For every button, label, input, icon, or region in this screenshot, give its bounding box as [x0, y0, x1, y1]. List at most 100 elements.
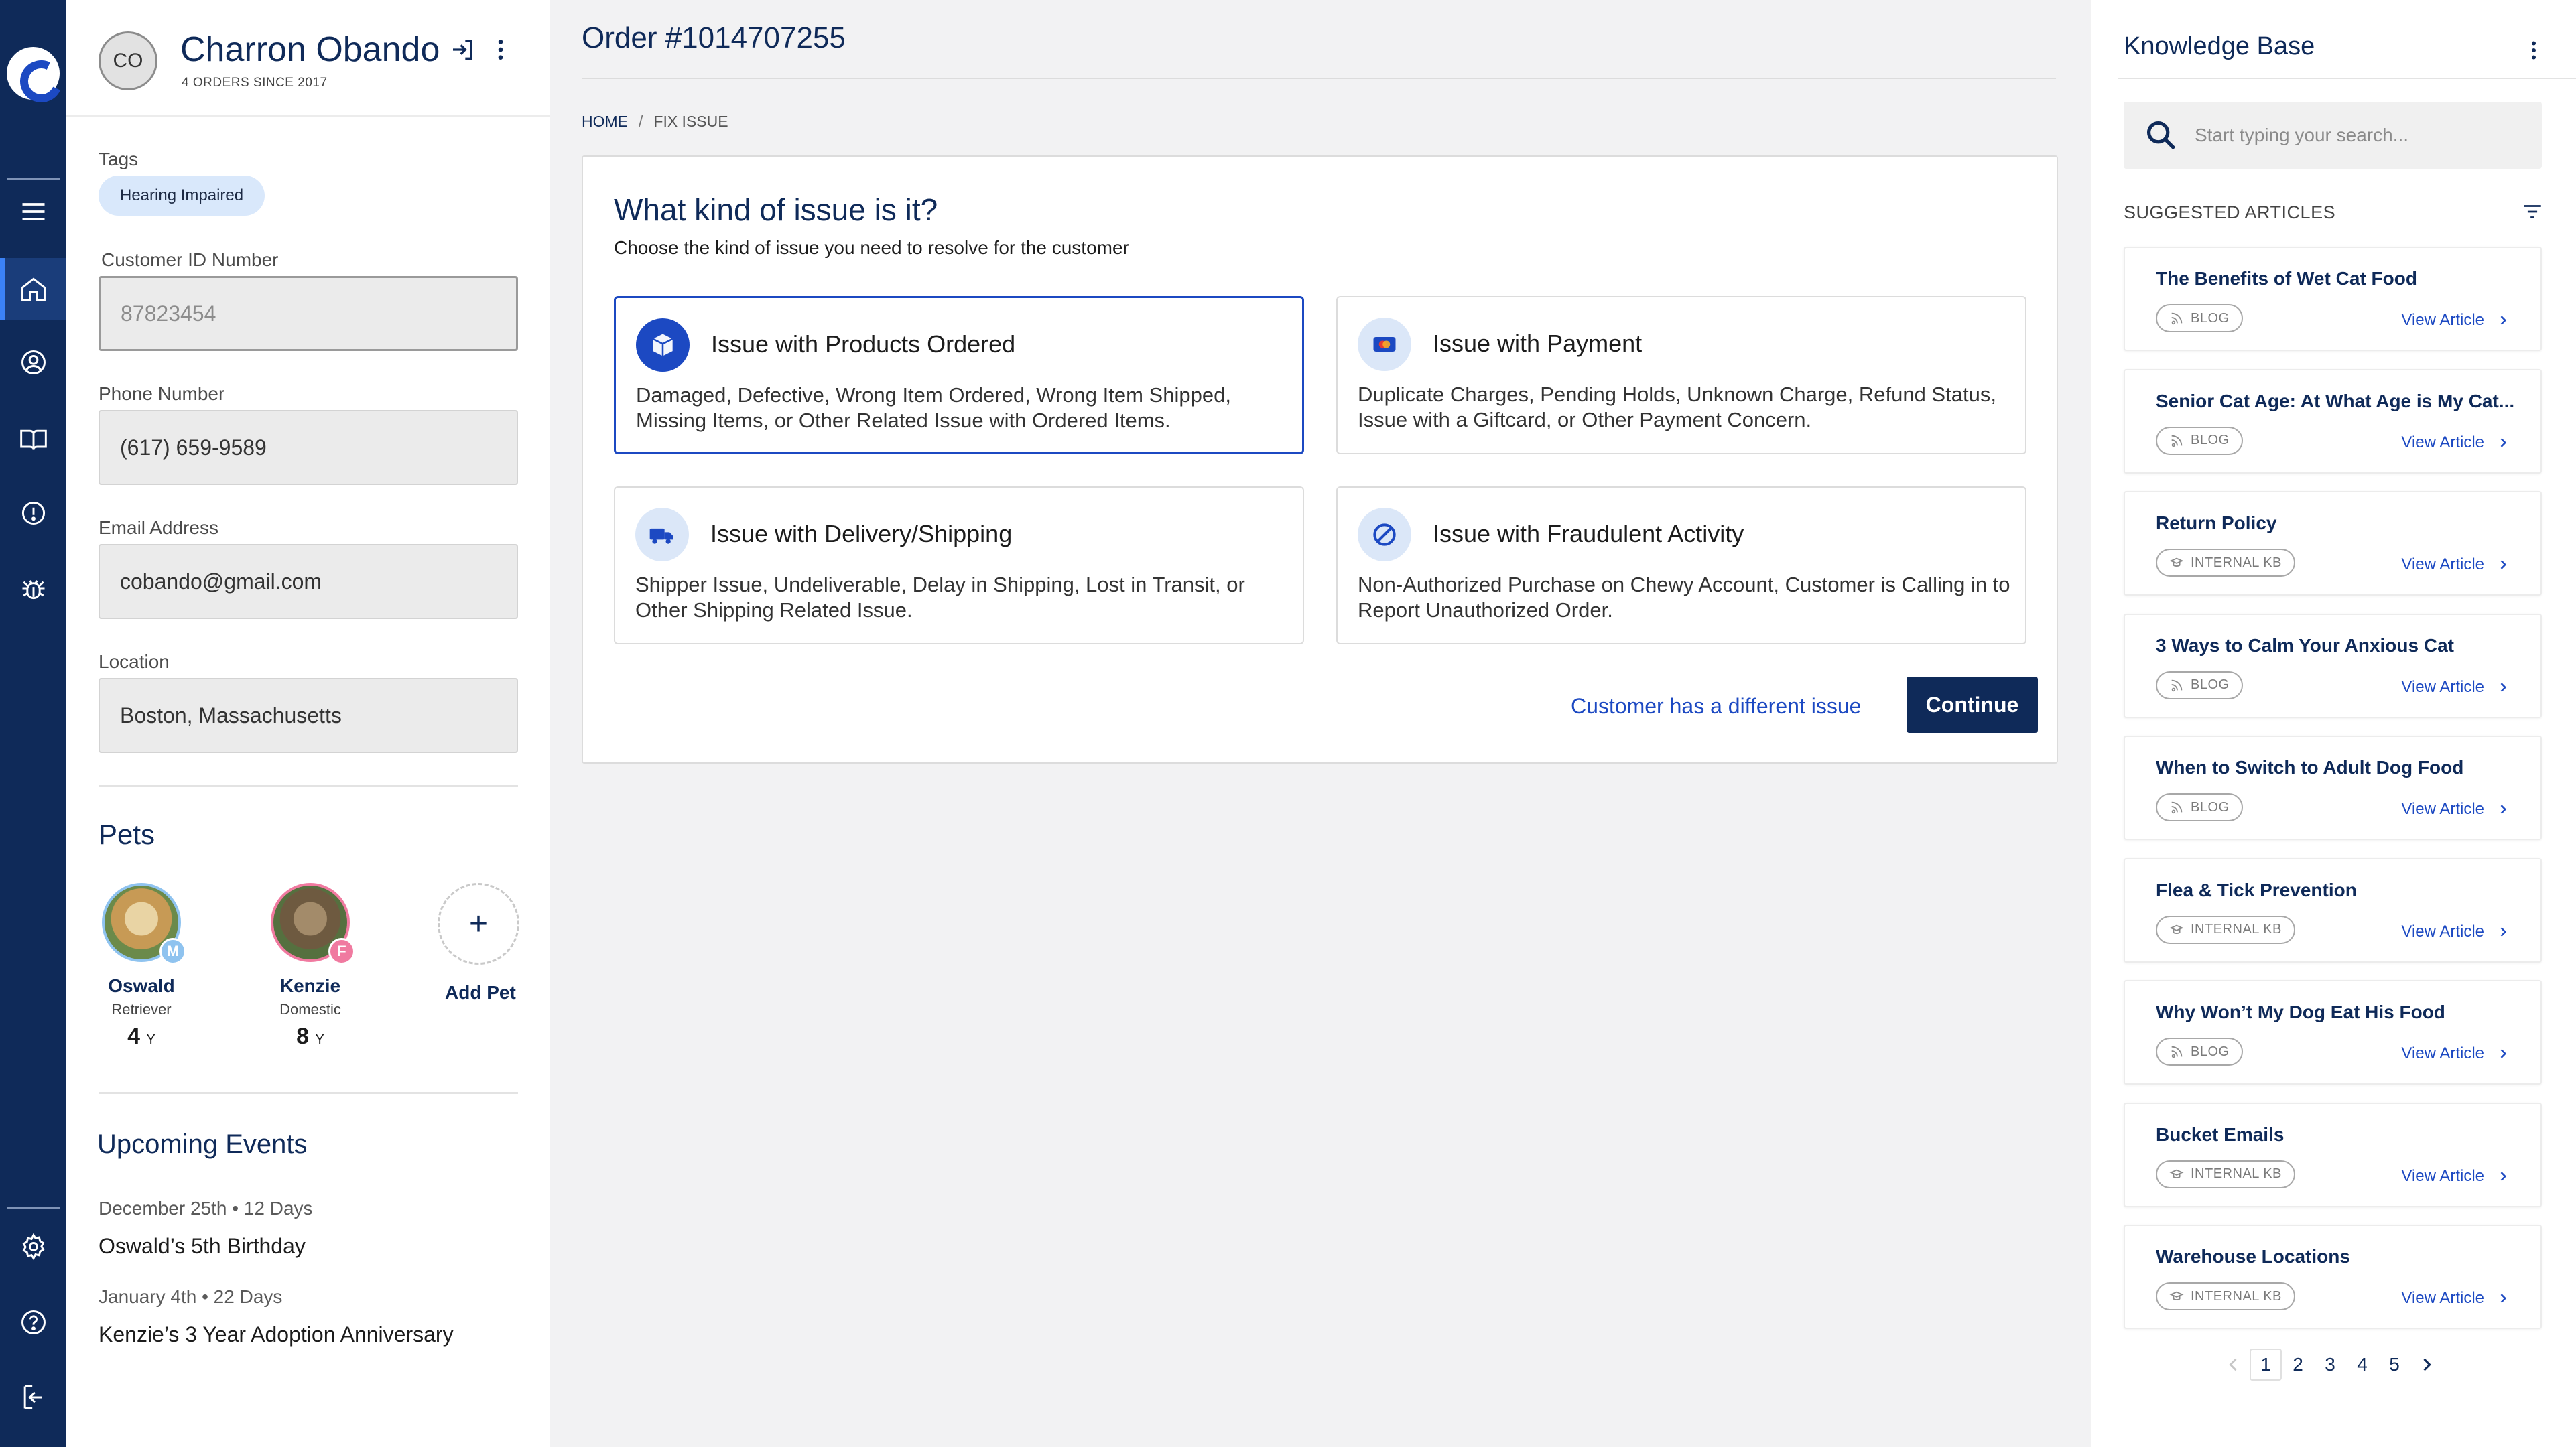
- kb-article-card[interactable]: Senior Cat Age: At What Age is My Cat...…: [2124, 368, 2542, 474]
- chewy-logo[interactable]: [7, 47, 60, 100]
- view-article-label: View Article: [2401, 1289, 2484, 1307]
- knowledge-book-icon[interactable]: [0, 409, 66, 470]
- customer-icon[interactable]: [0, 332, 66, 393]
- divider: [99, 1092, 518, 1094]
- help-icon[interactable]: [0, 1292, 66, 1353]
- rss-icon: [2169, 678, 2191, 693]
- kb-article-type: BLOG: [2191, 433, 2230, 447]
- page-button[interactable]: 5: [2378, 1349, 2410, 1381]
- kb-article-title[interactable]: 3 Ways to Calm Your Anxious Cat: [2156, 635, 2454, 657]
- phone-label: Phone Number: [99, 383, 225, 404]
- add-pet-button[interactable]: +: [438, 883, 519, 965]
- location-field[interactable]: Boston, Massachusetts: [99, 678, 518, 753]
- pet-card-kenzie[interactable]: F Kenzie Domestic 8 Y: [243, 883, 377, 1050]
- view-article-link[interactable]: View Article: [2401, 1289, 2510, 1308]
- view-article-link[interactable]: View Article: [2401, 311, 2510, 330]
- breadcrumb-home[interactable]: HOME: [582, 113, 628, 130]
- kb-article-title[interactable]: Warehouse Locations: [2156, 1246, 2350, 1267]
- customer-id-field: 87823454: [99, 276, 518, 351]
- kb-article-card[interactable]: Flea & Tick Prevention INTERNAL KB View Ar…: [2124, 857, 2542, 963]
- kb-article-card[interactable]: When to Switch to Adult Dog Food BLOG View…: [2124, 736, 2542, 840]
- delivery-truck-icon: [635, 508, 689, 561]
- internal-kb-chip: INTERNAL KB: [2156, 915, 2295, 944]
- email-field[interactable]: cobando@gmail.com: [99, 544, 518, 619]
- knowledge-base-panel: Knowledge Base SUGGESTED ARTICLES The Be…: [2091, 0, 2576, 1447]
- issue-option-delivery[interactable]: Issue with Delivery/Shipping Shipper Iss…: [614, 486, 1304, 644]
- kb-article-card[interactable]: Bucket Emails INTERNAL KB View Article: [2124, 1102, 2542, 1207]
- kb-article-card[interactable]: Warehouse Locations INTERNAL KB View Artic…: [2124, 1225, 2542, 1329]
- kb-article-card[interactable]: Return Policy INTERNAL KB View Article: [2124, 491, 2542, 596]
- menu-icon[interactable]: [0, 181, 66, 243]
- pet-age: 8 Y: [243, 1024, 377, 1050]
- pet-card-oswald[interactable]: M Oswald Retriever 4 Y: [74, 883, 208, 1050]
- view-article-link[interactable]: View Article: [2401, 922, 2510, 941]
- view-article-link[interactable]: View Article: [2401, 800, 2510, 819]
- kb-article-type: INTERNAL KB: [2191, 922, 2282, 937]
- issue-option-title: Issue with Products Ordered: [711, 330, 1016, 358]
- prev-page-icon[interactable]: [2217, 1349, 2250, 1381]
- page-button[interactable]: 3: [2314, 1349, 2346, 1381]
- issue-option-products[interactable]: Issue with Products Ordered Damaged, Def…: [614, 296, 1304, 454]
- pet-name: Kenzie: [279, 975, 341, 996]
- view-article-link[interactable]: View Article: [2401, 678, 2510, 697]
- page-button[interactable]: 4: [2346, 1349, 2378, 1381]
- kb-article-card[interactable]: Why Won’t My Dog Eat His Food BLOG View Ar…: [2124, 980, 2542, 1085]
- kb-article-type: BLOG: [2191, 310, 2230, 326]
- bug-icon[interactable]: [0, 557, 66, 619]
- pet-age-unit: Y: [146, 1032, 155, 1047]
- different-issue-link[interactable]: Customer has a different issue: [1571, 694, 1861, 719]
- view-article-link[interactable]: View Article: [2401, 433, 2510, 452]
- view-article-link[interactable]: View Article: [2401, 1044, 2510, 1063]
- kb-article-title[interactable]: When to Switch to Adult Dog Food: [2156, 757, 2463, 778]
- view-article-label: View Article: [2401, 800, 2484, 818]
- kb-more-vertical-icon[interactable]: [2520, 33, 2547, 67]
- settings-gear-icon[interactable]: [0, 1216, 66, 1278]
- customer-avatar: CO: [99, 31, 157, 90]
- kb-article-type: BLOG: [2191, 1044, 2230, 1059]
- page-button[interactable]: 1: [2250, 1349, 2282, 1381]
- tag-chip[interactable]: Hearing Impaired: [99, 176, 265, 216]
- home-icon[interactable]: [0, 258, 66, 320]
- search-icon: [2146, 121, 2176, 150]
- issue-option-title: Issue with Payment: [1433, 330, 1643, 357]
- phone-field[interactable]: (617) 659-9589: [99, 410, 518, 485]
- issue-option-fraud[interactable]: Issue with Fraudulent Activity Non-Autho…: [1336, 486, 2026, 644]
- issue-option-payment[interactable]: Issue with Payment Duplicate Charges, Pe…: [1336, 296, 2026, 454]
- rss-icon: [2169, 433, 2191, 448]
- internal-kb-chip: INTERNAL KB: [2156, 549, 2295, 577]
- page-button[interactable]: 2: [2282, 1349, 2314, 1381]
- page-number-list: 12345: [2250, 1349, 2410, 1381]
- kb-article-card[interactable]: 3 Ways to Calm Your Anxious Cat BLOG View …: [2124, 613, 2542, 718]
- continue-button[interactable]: Continue: [1907, 677, 2038, 733]
- customer-name: Charron Obando: [180, 30, 440, 69]
- sign-in-icon[interactable]: [446, 32, 480, 67]
- kb-article-card[interactable]: The Benefits of Wet Cat Food BLOG View Art…: [2124, 247, 2542, 351]
- kb-article-title[interactable]: Why Won’t My Dog Eat His Food: [2156, 1002, 2445, 1023]
- logout-icon[interactable]: [0, 1367, 66, 1428]
- view-article-link[interactable]: View Article: [2401, 1167, 2510, 1186]
- next-page-icon[interactable]: [2410, 1349, 2443, 1381]
- kb-article-title[interactable]: Senior Cat Age: At What Age is My Cat...: [2156, 391, 2514, 412]
- issue-option-desc: Duplicate Charges, Pending Holds, Unknow…: [1358, 383, 1996, 431]
- chevron-right-icon: [2484, 1292, 2510, 1305]
- more-vertical-icon[interactable]: [483, 32, 518, 67]
- chevron-right-icon: [2484, 436, 2510, 450]
- view-article-label: View Article: [2401, 555, 2484, 573]
- kb-article-title[interactable]: Bucket Emails: [2156, 1124, 2284, 1146]
- alert-shield-icon[interactable]: [0, 482, 66, 544]
- chevron-right-icon: [2484, 1047, 2510, 1060]
- event-date: January 4th • 22 Days: [99, 1286, 283, 1307]
- chevron-right-icon: [2484, 1170, 2510, 1183]
- add-pet-label[interactable]: Add Pet: [445, 982, 516, 1004]
- pet-breed: Retriever: [111, 1001, 172, 1018]
- filter-icon[interactable]: [2518, 200, 2547, 224]
- blog-chip: BLOG: [2156, 1038, 2243, 1066]
- view-article-link[interactable]: View Article: [2401, 555, 2510, 574]
- kb-search-input[interactable]: [2195, 125, 2530, 146]
- kb-article-title[interactable]: The Benefits of Wet Cat Food: [2156, 268, 2417, 289]
- kb-article-title[interactable]: Return Policy: [2156, 512, 2276, 534]
- pet-sex-badge: M: [159, 938, 186, 965]
- kb-article-title[interactable]: Flea & Tick Prevention: [2156, 880, 2357, 901]
- chevron-right-icon: [2484, 925, 2510, 939]
- kb-search-box[interactable]: [2124, 102, 2542, 169]
